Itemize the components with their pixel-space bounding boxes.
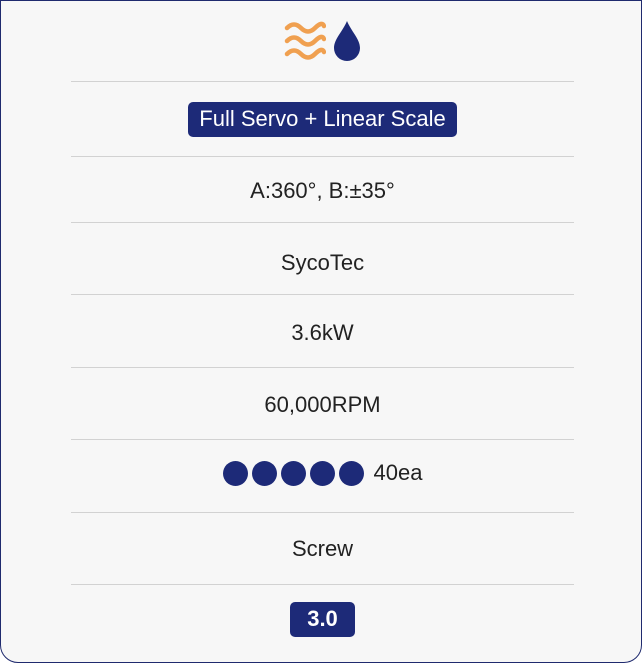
speed-row: 60,000RPM <box>71 385 574 425</box>
capacity-dot-icon <box>309 460 335 486</box>
axes-row: A:360°, B:±35° <box>71 171 574 211</box>
capacity-dot-icon <box>338 460 364 486</box>
power-value: 3.6kW <box>291 320 354 345</box>
power-row: 3.6kW <box>71 313 574 353</box>
tool-changer-value: 40ea <box>373 460 423 485</box>
rating-badge: 3.0 <box>290 601 355 637</box>
control-badge: Full Servo + Linear Scale <box>188 101 457 137</box>
coolant-waves-icon <box>284 19 326 63</box>
divider <box>71 439 574 440</box>
speed-value: 60,000RPM <box>264 392 381 417</box>
divider <box>71 222 574 223</box>
clamping-row: Screw <box>71 529 574 569</box>
feature-icons-row <box>71 16 574 66</box>
spec-card: Full Servo + Linear Scale A:360°, B:±35°… <box>0 0 642 663</box>
tool-capacity-dots <box>222 460 364 486</box>
control-row: Full Servo + Linear Scale <box>71 99 574 139</box>
tool-changer-row: 40ea <box>71 453 574 493</box>
divider <box>71 81 574 82</box>
clamping-value: Screw <box>291 536 354 561</box>
rating-row: 3.0 <box>71 599 574 639</box>
spindle-brand-value: SycoTec <box>280 250 365 275</box>
divider <box>71 367 574 368</box>
axes-value: A:360°, B:±35° <box>250 178 395 203</box>
capacity-dot-icon <box>280 460 306 486</box>
capacity-dot-icon <box>251 460 277 486</box>
divider <box>71 512 574 513</box>
capacity-dot-icon <box>222 460 248 486</box>
divider <box>71 156 574 157</box>
water-drop-icon <box>332 19 362 63</box>
divider <box>71 294 574 295</box>
divider <box>71 584 574 585</box>
spindle-brand-row: SycoTec <box>71 243 574 283</box>
